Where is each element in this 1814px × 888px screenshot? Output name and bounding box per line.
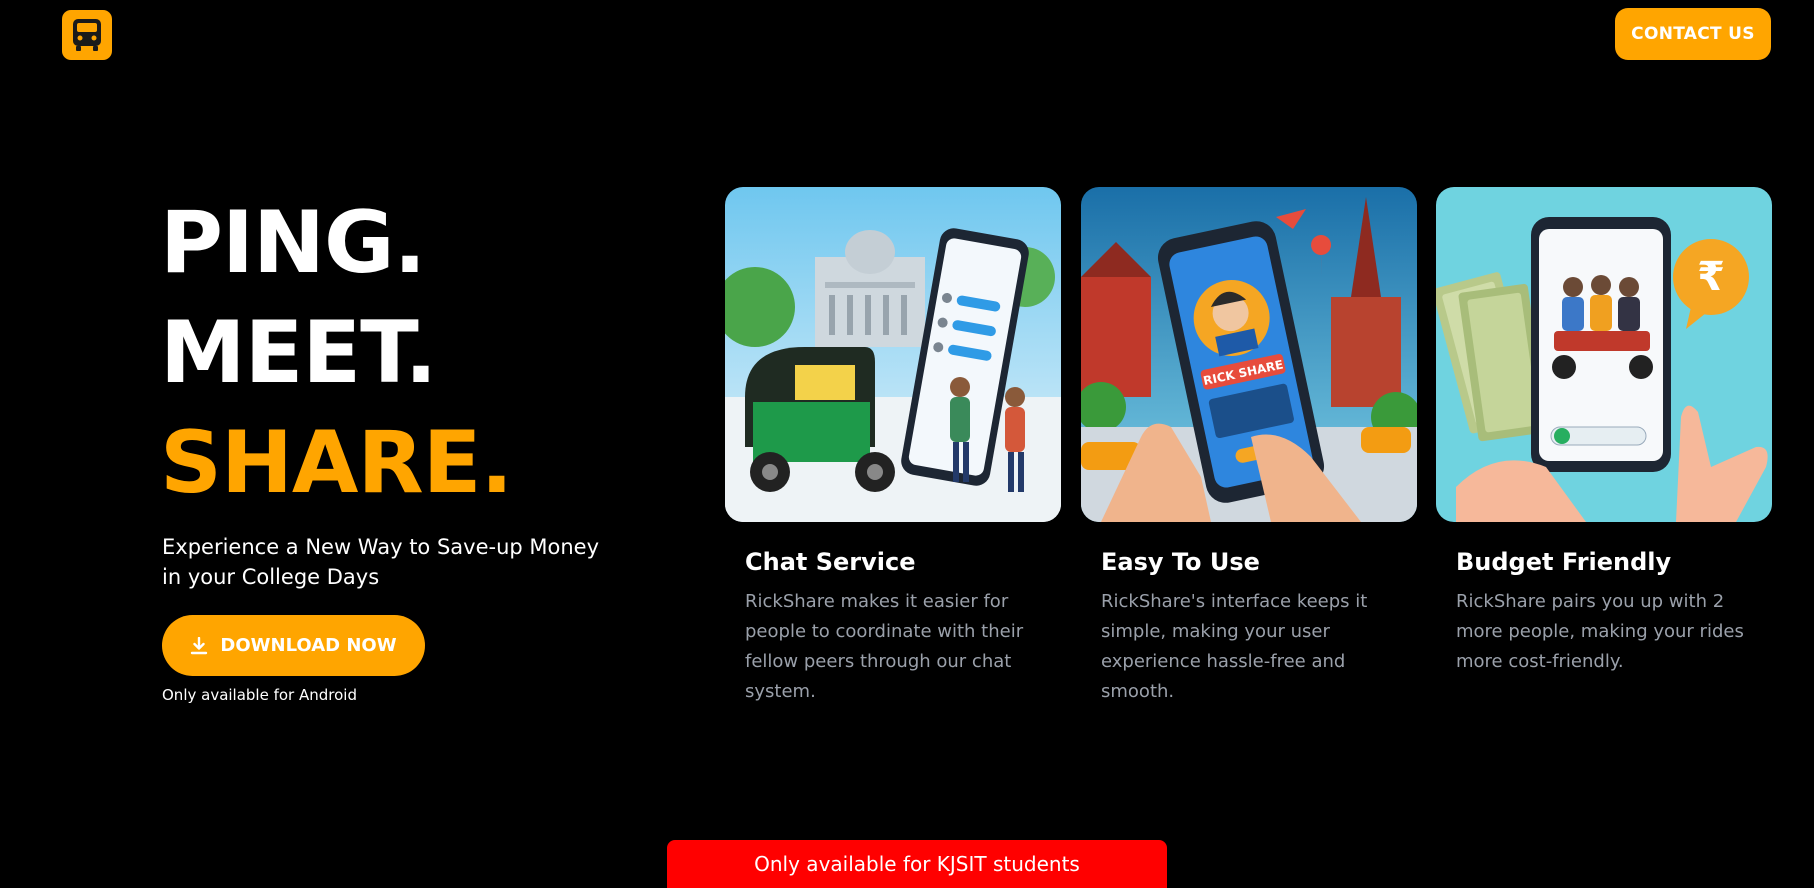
hero-headline: PING. MEET. SHARE. [160,188,720,518]
feature-title: Budget Friendly [1456,548,1672,576]
easy-to-use-illustration: RICK SHARE [1081,187,1417,522]
hero-tagline: Experience a New Way to Save-up Money in… [162,535,600,589]
feature-description: RickShare makes it easier for people to … [745,591,1024,702]
kjsit-availability-banner: Only available for KJSIT students [667,840,1167,888]
headline-ping: PING. [160,193,426,293]
download-now-button[interactable]: DOWNLOAD NOW [162,615,425,676]
feature-card-easy: RICK SHARE Easy To Use RickShare's inter… [1081,187,1417,707]
download-label: DOWNLOAD NOW [220,635,397,656]
feature-description: RickShare's interface keeps it simple, m… [1101,591,1368,702]
feature-card-budget: ₹ Budget Friendly RickShare pairs you up… [1436,187,1772,677]
bus-icon [73,19,101,51]
headline-meet: MEET. [160,303,437,403]
contact-us-button[interactable]: CONTACT US [1615,8,1771,60]
logo[interactable] [62,10,112,60]
feature-title: Easy To Use [1101,548,1260,576]
hero-section: PING. MEET. SHARE. [160,188,720,518]
headline-share: SHARE. [160,413,513,513]
svg-text:₹: ₹ [1697,254,1725,300]
chat-service-illustration [725,187,1061,522]
download-icon [191,636,208,654]
budget-friendly-illustration: ₹ [1436,187,1772,522]
feature-title: Chat Service [745,548,916,576]
feature-card-chat: Chat Service RickShare makes it easier f… [725,187,1061,707]
android-note: Only available for Android [162,686,357,704]
feature-description: RickShare pairs you up with 2 more peopl… [1456,591,1744,672]
